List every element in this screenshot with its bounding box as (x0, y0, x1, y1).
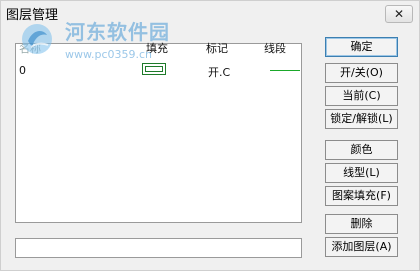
line-sample[interactable] (270, 70, 300, 71)
layer-mark-cell: 开.C (208, 66, 231, 79)
ok-button[interactable]: 确定 (325, 37, 398, 57)
column-header-mark[interactable]: 标记 (206, 40, 228, 56)
dialog-title: 图层管理 (6, 8, 59, 23)
add-layer-button[interactable]: 添加图层(A) (325, 237, 398, 257)
column-header-line[interactable]: 线段 (264, 40, 286, 56)
layer-name-cell: 0 (19, 64, 26, 77)
layer-row[interactable]: 0 开.C (16, 63, 301, 79)
column-header-name[interactable]: 名称 (19, 40, 41, 56)
close-button[interactable]: ✕ (385, 5, 413, 23)
fill-swatch[interactable] (142, 63, 166, 75)
close-icon: ✕ (393, 7, 405, 21)
delete-button[interactable]: 删除 (325, 214, 398, 234)
hatch-fill-button[interactable]: 图案填充(F) (325, 186, 398, 206)
list-header: 名称 填充 标记 线段 (16, 40, 301, 56)
layer-list[interactable]: 名称 填充 标记 线段 0 开.C (15, 40, 302, 223)
lock-unlock-button[interactable]: 锁定/解锁(L) (325, 109, 398, 129)
linetype-button[interactable]: 线型(L) (325, 163, 398, 183)
column-header-fill[interactable]: 填充 (146, 40, 168, 56)
layer-name-input[interactable] (15, 238, 302, 258)
layer-manager-dialog: 图层管理 ✕ 名称 填充 标记 线段 0 开.C 河东软件园 www.pc035… (0, 0, 420, 271)
color-button[interactable]: 颜色 (325, 140, 398, 160)
current-button[interactable]: 当前(C) (325, 86, 398, 106)
title-bar[interactable]: 图层管理 ✕ (1, 1, 419, 27)
on-off-button[interactable]: 开/关(O) (325, 63, 398, 83)
